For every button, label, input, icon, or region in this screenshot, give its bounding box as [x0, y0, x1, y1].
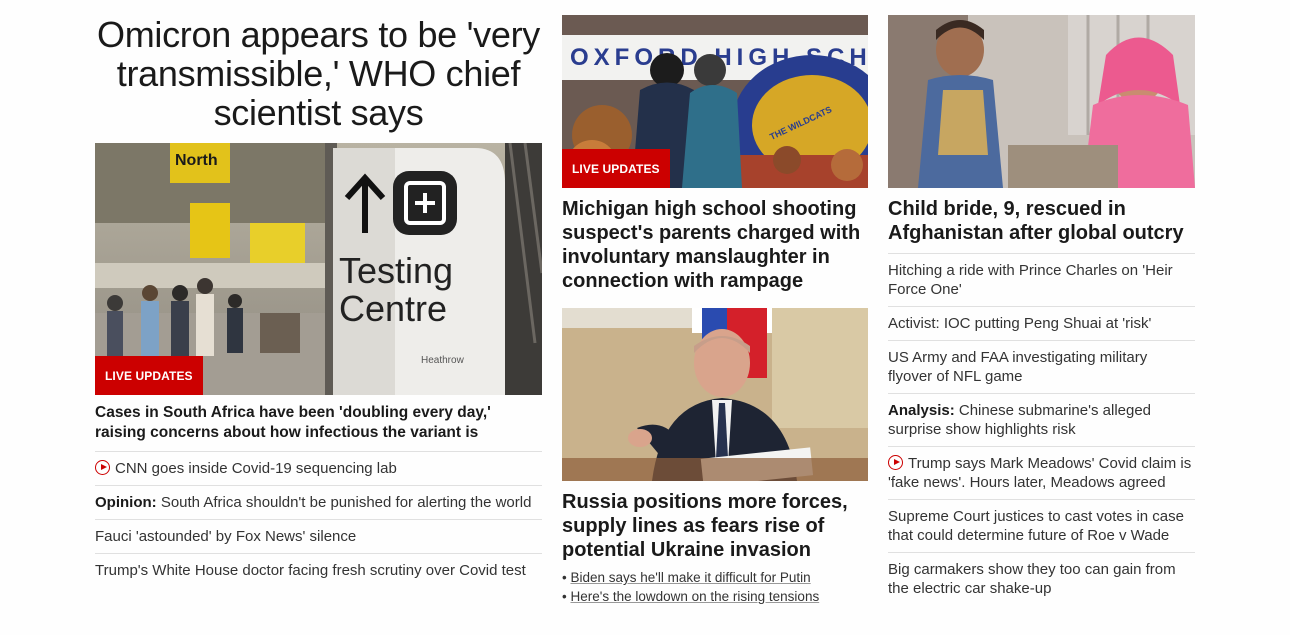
list-item[interactable]: Trump says Mark Meadows' Covid claim is …	[888, 446, 1195, 499]
michigan-story-image[interactable]: OXFORD HIGH SCH THE WILDCATS LIVE UPDATE…	[562, 15, 868, 188]
play-icon	[888, 455, 903, 470]
lead-column: Omicron appears to be 'very transmissibl…	[95, 15, 542, 587]
list-item[interactable]: Analysis: Chinese submarine's alleged su…	[888, 393, 1195, 446]
lead-story-image[interactable]: North Testing Centre Heathrow LIVE UPDAT…	[95, 143, 542, 395]
list-item[interactable]: US Army and FAA investigating military f…	[888, 340, 1195, 393]
list-item[interactable]: • Here's the lowdown on the rising tensi…	[562, 587, 868, 606]
heathrow-sign-text: Heathrow	[421, 355, 465, 366]
list-item[interactable]: Supreme Court justices to cast votes in …	[888, 499, 1195, 552]
analysis-kicker: Analysis:	[888, 402, 955, 419]
list-item-text: Here's the lowdown on the rising tension…	[570, 589, 820, 604]
play-icon	[95, 460, 110, 475]
list-item-text: Supreme Court justices to cast votes in …	[888, 508, 1184, 544]
list-item-text: Fauci 'astounded' by Fox News' silence	[95, 528, 357, 545]
michigan-story-headline[interactable]: Michigan high school shooting suspect's …	[562, 197, 868, 293]
live-updates-badge[interactable]: LIVE UPDATES	[562, 149, 670, 188]
list-item-text: South Africa shouldn't be punished for a…	[156, 494, 532, 511]
list-item-text: Hitching a ride with Prince Charles on '…	[888, 262, 1173, 298]
list-item[interactable]: Opinion: South Africa shouldn't be punis…	[95, 485, 542, 519]
afghanistan-story-image[interactable]	[888, 15, 1195, 188]
list-item-text: Big carmakers show they too can gain fro…	[888, 561, 1176, 597]
lead-story-headline[interactable]: Cases in South Africa have been 'doublin…	[95, 403, 542, 443]
list-item[interactable]: Activist: IOC putting Peng Shuai at 'ris…	[888, 306, 1195, 340]
list-item-text: US Army and FAA investigating military f…	[888, 349, 1148, 385]
live-updates-badge[interactable]: LIVE UPDATES	[95, 356, 203, 395]
list-item[interactable]: Trump's White House doctor facing fresh …	[95, 553, 542, 587]
centre-sign-text: Centre	[339, 288, 447, 329]
north-sign-text: North	[175, 152, 218, 169]
list-item-text: Activist: IOC putting Peng Shuai at 'ris…	[888, 315, 1152, 332]
putin-photo	[562, 308, 868, 481]
list-item-text: CNN goes inside Covid-19 sequencing lab	[115, 460, 397, 477]
opinion-kicker: Opinion:	[95, 494, 157, 511]
list-item[interactable]: • Biden says he'll make it difficult for…	[562, 568, 868, 587]
list-item[interactable]: Hitching a ride with Prince Charles on '…	[888, 253, 1195, 306]
list-item[interactable]: Fauci 'astounded' by Fox News' silence	[95, 519, 542, 553]
list-item-text: Trump says Mark Meadows' Covid claim is …	[888, 455, 1192, 491]
middle-column: OXFORD HIGH SCH THE WILDCATS LIVE UPDATE…	[562, 15, 868, 606]
right-related-list: Hitching a ride with Prince Charles on '…	[888, 253, 1195, 605]
lead-related-list: CNN goes inside Covid-19 sequencing lab …	[95, 451, 542, 587]
list-item-text: Biden says he'll make it difficult for P…	[570, 570, 811, 585]
testing-sign-text: Testing	[339, 250, 453, 291]
russia-related-list: • Biden says he'll make it difficult for…	[562, 568, 868, 606]
children-photo	[888, 15, 1195, 188]
afghanistan-story-headline[interactable]: Child bride, 9, rescued in Afghanistan a…	[888, 197, 1195, 245]
list-item[interactable]: CNN goes inside Covid-19 sequencing lab	[95, 451, 542, 485]
list-item-text: Trump's White House doctor facing fresh …	[95, 562, 526, 579]
right-column: Child bride, 9, rescued in Afghanistan a…	[888, 15, 1195, 605]
top-headline[interactable]: Omicron appears to be 'very transmissibl…	[95, 15, 542, 132]
russia-story-headline[interactable]: Russia positions more forces, supply lin…	[562, 490, 868, 562]
list-item[interactable]: Big carmakers show they too can gain fro…	[888, 552, 1195, 605]
russia-story-image[interactable]	[562, 308, 868, 481]
